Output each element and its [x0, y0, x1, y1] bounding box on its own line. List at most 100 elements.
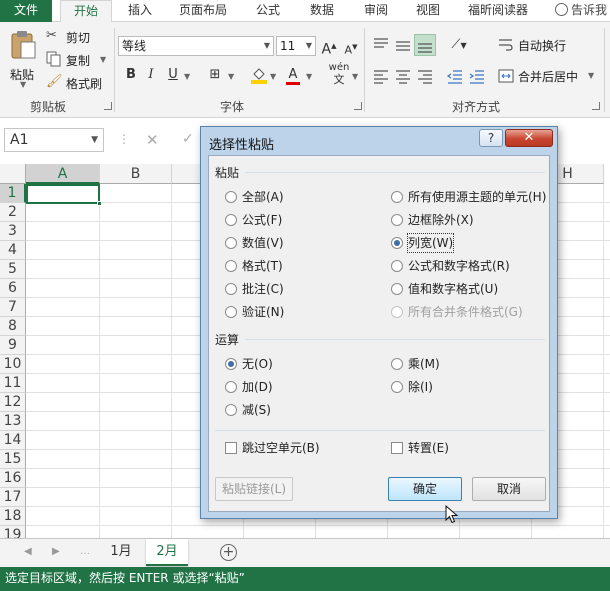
- row-header-10[interactable]: 10: [0, 355, 26, 374]
- shrink-font-button[interactable]: A▼: [342, 38, 360, 57]
- section-divider: [245, 172, 545, 173]
- cancel-entry-icon[interactable]: ✕: [146, 131, 159, 149]
- column-header-a[interactable]: A: [26, 164, 100, 184]
- cancel-button[interactable]: 取消: [472, 477, 546, 501]
- tab-home[interactable]: 开始: [60, 0, 112, 23]
- row-header-5[interactable]: 5: [0, 260, 26, 279]
- borders-button[interactable]: ⊞: [206, 66, 224, 84]
- row-header-11[interactable]: 11: [0, 374, 26, 393]
- select-all-corner[interactable]: [0, 164, 26, 184]
- align-bottom-button[interactable]: [414, 34, 436, 56]
- bold-button[interactable]: B: [122, 66, 140, 84]
- row-header-4[interactable]: 4: [0, 241, 26, 260]
- decrease-indent-icon[interactable]: [446, 67, 464, 85]
- clipboard-launcher-icon[interactable]: [104, 102, 112, 110]
- align-center-icon[interactable]: [394, 67, 412, 85]
- dialog-title: 选择性粘贴: [209, 138, 275, 153]
- name-box[interactable]: A1 ▼: [4, 128, 104, 152]
- column-header-b[interactable]: B: [100, 164, 172, 184]
- row-header-3[interactable]: 3: [0, 222, 26, 241]
- group-divider: [114, 28, 115, 112]
- add-sheet-icon[interactable]: +: [220, 544, 237, 561]
- chevron-down-icon: ▼: [305, 41, 312, 50]
- section-divider: [245, 339, 545, 340]
- clipboard-group-label: 剪贴板: [30, 100, 67, 114]
- chevron-down-icon: ▼: [588, 71, 595, 80]
- sheet-tab-1[interactable]: 1月: [98, 539, 144, 566]
- row-header-2[interactable]: 2: [0, 203, 26, 222]
- row-header-13[interactable]: 13: [0, 412, 26, 431]
- font-size-combo[interactable]: 11 ▼: [276, 36, 316, 56]
- tab-page-layout[interactable]: 页面布局: [172, 0, 234, 22]
- gridline-vertical: [603, 184, 604, 538]
- row-header-12[interactable]: 12: [0, 393, 26, 412]
- row-header-16[interactable]: 16: [0, 469, 26, 488]
- close-button[interactable]: ✕: [505, 129, 553, 147]
- row-header-19[interactable]: 19: [0, 526, 26, 538]
- gridline-vertical: [99, 184, 100, 538]
- font-launcher-icon[interactable]: [354, 102, 362, 110]
- more-icon: ⋮: [118, 132, 130, 146]
- row-header-14[interactable]: 14: [0, 431, 26, 450]
- paste-section-title: 粘贴: [215, 166, 240, 180]
- align-top-icon[interactable]: [372, 36, 390, 54]
- tab-insert[interactable]: 插入: [120, 0, 160, 22]
- row-header-7[interactable]: 7: [0, 298, 26, 317]
- fill-handle[interactable]: [97, 201, 102, 206]
- format-painter-button[interactable]: 🖌 格式刷: [46, 74, 106, 92]
- tab-review[interactable]: 审阅: [356, 0, 396, 22]
- row-header-15[interactable]: 15: [0, 450, 26, 469]
- font-color-button[interactable]: A: [284, 66, 302, 85]
- more-icon: …: [80, 546, 90, 557]
- align-bottom-icon: [418, 43, 432, 53]
- tab-formulas[interactable]: 公式: [248, 0, 288, 22]
- ribbon-tab-bar: 文件 开始 插入 页面布局 公式 数据 审阅 视图 福昕阅读器 告诉我: [0, 0, 610, 23]
- tell-me-box[interactable]: 告诉我: [555, 0, 607, 22]
- merge-center-label: 合并后居中: [518, 70, 579, 84]
- paste-link-button: 粘贴链接(L): [215, 477, 293, 501]
- align-middle-icon[interactable]: [394, 36, 412, 54]
- italic-button[interactable]: I: [142, 66, 160, 84]
- name-box-value: A1: [10, 132, 29, 148]
- tab-data[interactable]: 数据: [302, 0, 342, 22]
- format-painter-label: 格式刷: [66, 77, 103, 91]
- shrink-font-icon: A: [344, 43, 353, 57]
- row-header-6[interactable]: 6: [0, 279, 26, 298]
- copy-button[interactable]: 复制 ▼: [46, 50, 106, 68]
- merge-center-button[interactable]: 合并后居中 ▼: [498, 67, 598, 85]
- tab-file[interactable]: 文件: [0, 0, 52, 22]
- row-header-8[interactable]: 8: [0, 317, 26, 336]
- font-name-combo[interactable]: 等线 ▼: [118, 36, 274, 56]
- active-cell[interactable]: [26, 184, 102, 206]
- tab-view[interactable]: 视图: [408, 0, 448, 22]
- cut-button[interactable]: ✂ 剪切: [46, 28, 96, 46]
- row-header-9[interactable]: 9: [0, 336, 26, 355]
- scroll-right-icon[interactable]: ▶: [52, 546, 60, 557]
- font-color-swatch: [286, 82, 300, 85]
- row-header-17[interactable]: 17: [0, 488, 26, 507]
- ok-button[interactable]: 确定: [388, 477, 462, 501]
- orientation-button[interactable]: ⟋▼: [446, 36, 472, 54]
- fill-color-button[interactable]: [250, 66, 268, 84]
- align-left-icon[interactable]: [372, 67, 390, 85]
- increase-indent-icon[interactable]: [468, 67, 486, 85]
- chevron-down-icon: ▼: [270, 72, 277, 81]
- underline-button[interactable]: U: [164, 66, 182, 84]
- lightbulb-icon: [555, 3, 568, 16]
- align-right-icon[interactable]: [416, 67, 434, 85]
- enter-check-icon[interactable]: ✓: [182, 131, 194, 147]
- row-header-1[interactable]: 1: [0, 184, 26, 203]
- wrap-text-button[interactable]: 自动换行: [498, 36, 580, 54]
- phonetic-button[interactable]: wén 文: [328, 62, 350, 86]
- grow-font-button[interactable]: A▲: [320, 37, 338, 58]
- sheet-tab-2[interactable]: 2月: [146, 539, 188, 566]
- help-button[interactable]: ?: [479, 129, 503, 147]
- wrap-text-icon: [499, 39, 513, 51]
- tab-foxit-reader[interactable]: 福昕阅读器: [460, 0, 536, 22]
- merge-center-icon: [498, 69, 514, 83]
- row-header-18[interactable]: 18: [0, 507, 26, 526]
- scroll-left-icon[interactable]: ◀: [24, 546, 32, 557]
- border-icon: ⊞: [209, 67, 221, 82]
- alignment-launcher-icon[interactable]: [592, 102, 600, 110]
- paste-button[interactable]: 粘贴 ▼: [6, 28, 40, 90]
